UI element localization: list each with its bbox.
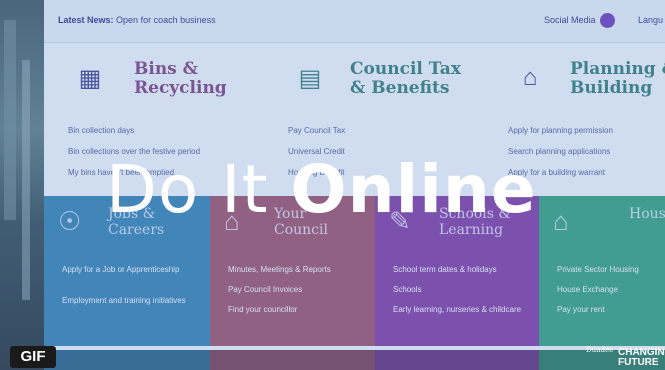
logo-small-text: Dundee [586,346,614,354]
headline-part1: Do It [106,151,291,228]
headline-text: Do It Online [106,150,665,230]
headline-part2: Online [290,151,537,228]
logo-big-text: CHANGINGFUTURE [618,347,665,368]
video-frame: Latest News: Open for coach business Soc… [0,0,665,370]
council-logo: Dundee CHANGINGFUTURE [586,344,665,370]
gif-badge: GIF [10,346,56,368]
